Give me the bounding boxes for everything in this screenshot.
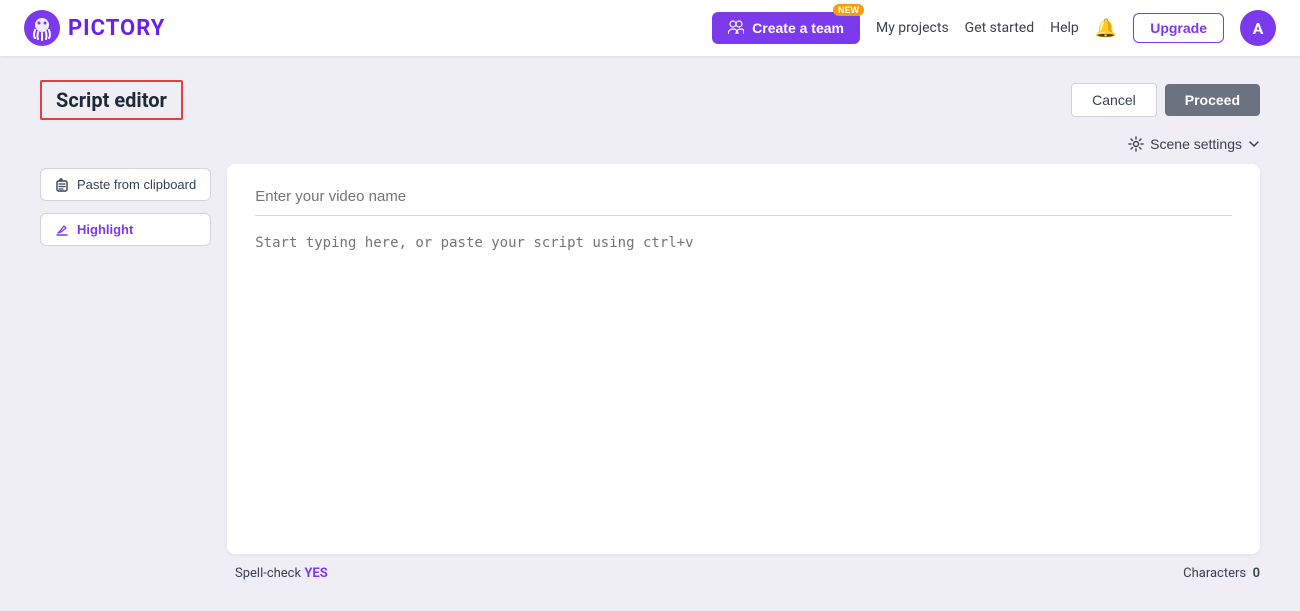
page-header: Script editor Cancel Proceed: [40, 80, 1260, 120]
my-projects-link[interactable]: My projects: [876, 20, 949, 36]
team-icon: [728, 20, 744, 36]
highlight-icon: [55, 223, 69, 237]
upgrade-button[interactable]: Upgrade: [1133, 13, 1224, 43]
main-content: Script editor Cancel Proceed Scene setti…: [0, 56, 1300, 605]
cancel-button[interactable]: Cancel: [1071, 83, 1157, 117]
video-name-input[interactable]: [255, 188, 1232, 216]
sidebar-tools: Paste from clipboard Highlight: [40, 164, 227, 554]
spell-check-toggle[interactable]: YES: [304, 566, 327, 581]
spell-check-area: Spell-check YES: [235, 566, 328, 581]
logo: PICTORY: [24, 10, 165, 46]
logo-text: PICTORY: [68, 16, 165, 41]
editor-footer: Spell-check YES Characters 0: [40, 566, 1260, 581]
get-started-link[interactable]: Get started: [965, 20, 1034, 36]
character-count: Characters 0: [1183, 566, 1260, 581]
clipboard-icon: [55, 178, 69, 192]
chevron-down-icon: [1248, 138, 1260, 150]
scene-settings-button[interactable]: Scene settings: [1128, 136, 1260, 152]
highlight-button[interactable]: Highlight: [40, 213, 211, 246]
editor-area: Paste from clipboard Highlight: [40, 164, 1260, 554]
paste-from-clipboard-button[interactable]: Paste from clipboard: [40, 168, 211, 201]
user-avatar[interactable]: A: [1240, 10, 1276, 46]
new-badge: NEW: [833, 4, 864, 16]
header-actions: Cancel Proceed: [1071, 83, 1260, 117]
proceed-button[interactable]: Proceed: [1165, 84, 1260, 116]
notifications-icon[interactable]: 🔔: [1095, 18, 1117, 39]
logo-icon: [24, 10, 60, 46]
header-right: Create a team NEW My projects Get starte…: [712, 10, 1276, 46]
app-header: PICTORY Create a team NEW My projects Ge…: [0, 0, 1300, 56]
scene-settings-row: Scene settings: [40, 136, 1260, 152]
editor-card: [227, 164, 1260, 554]
gear-icon: [1128, 136, 1144, 152]
help-link[interactable]: Help: [1050, 20, 1079, 36]
create-team-button[interactable]: Create a team NEW: [712, 12, 860, 44]
char-count-value: 0: [1253, 566, 1260, 581]
script-textarea[interactable]: [255, 232, 1232, 530]
page-title: Script editor: [40, 80, 183, 120]
